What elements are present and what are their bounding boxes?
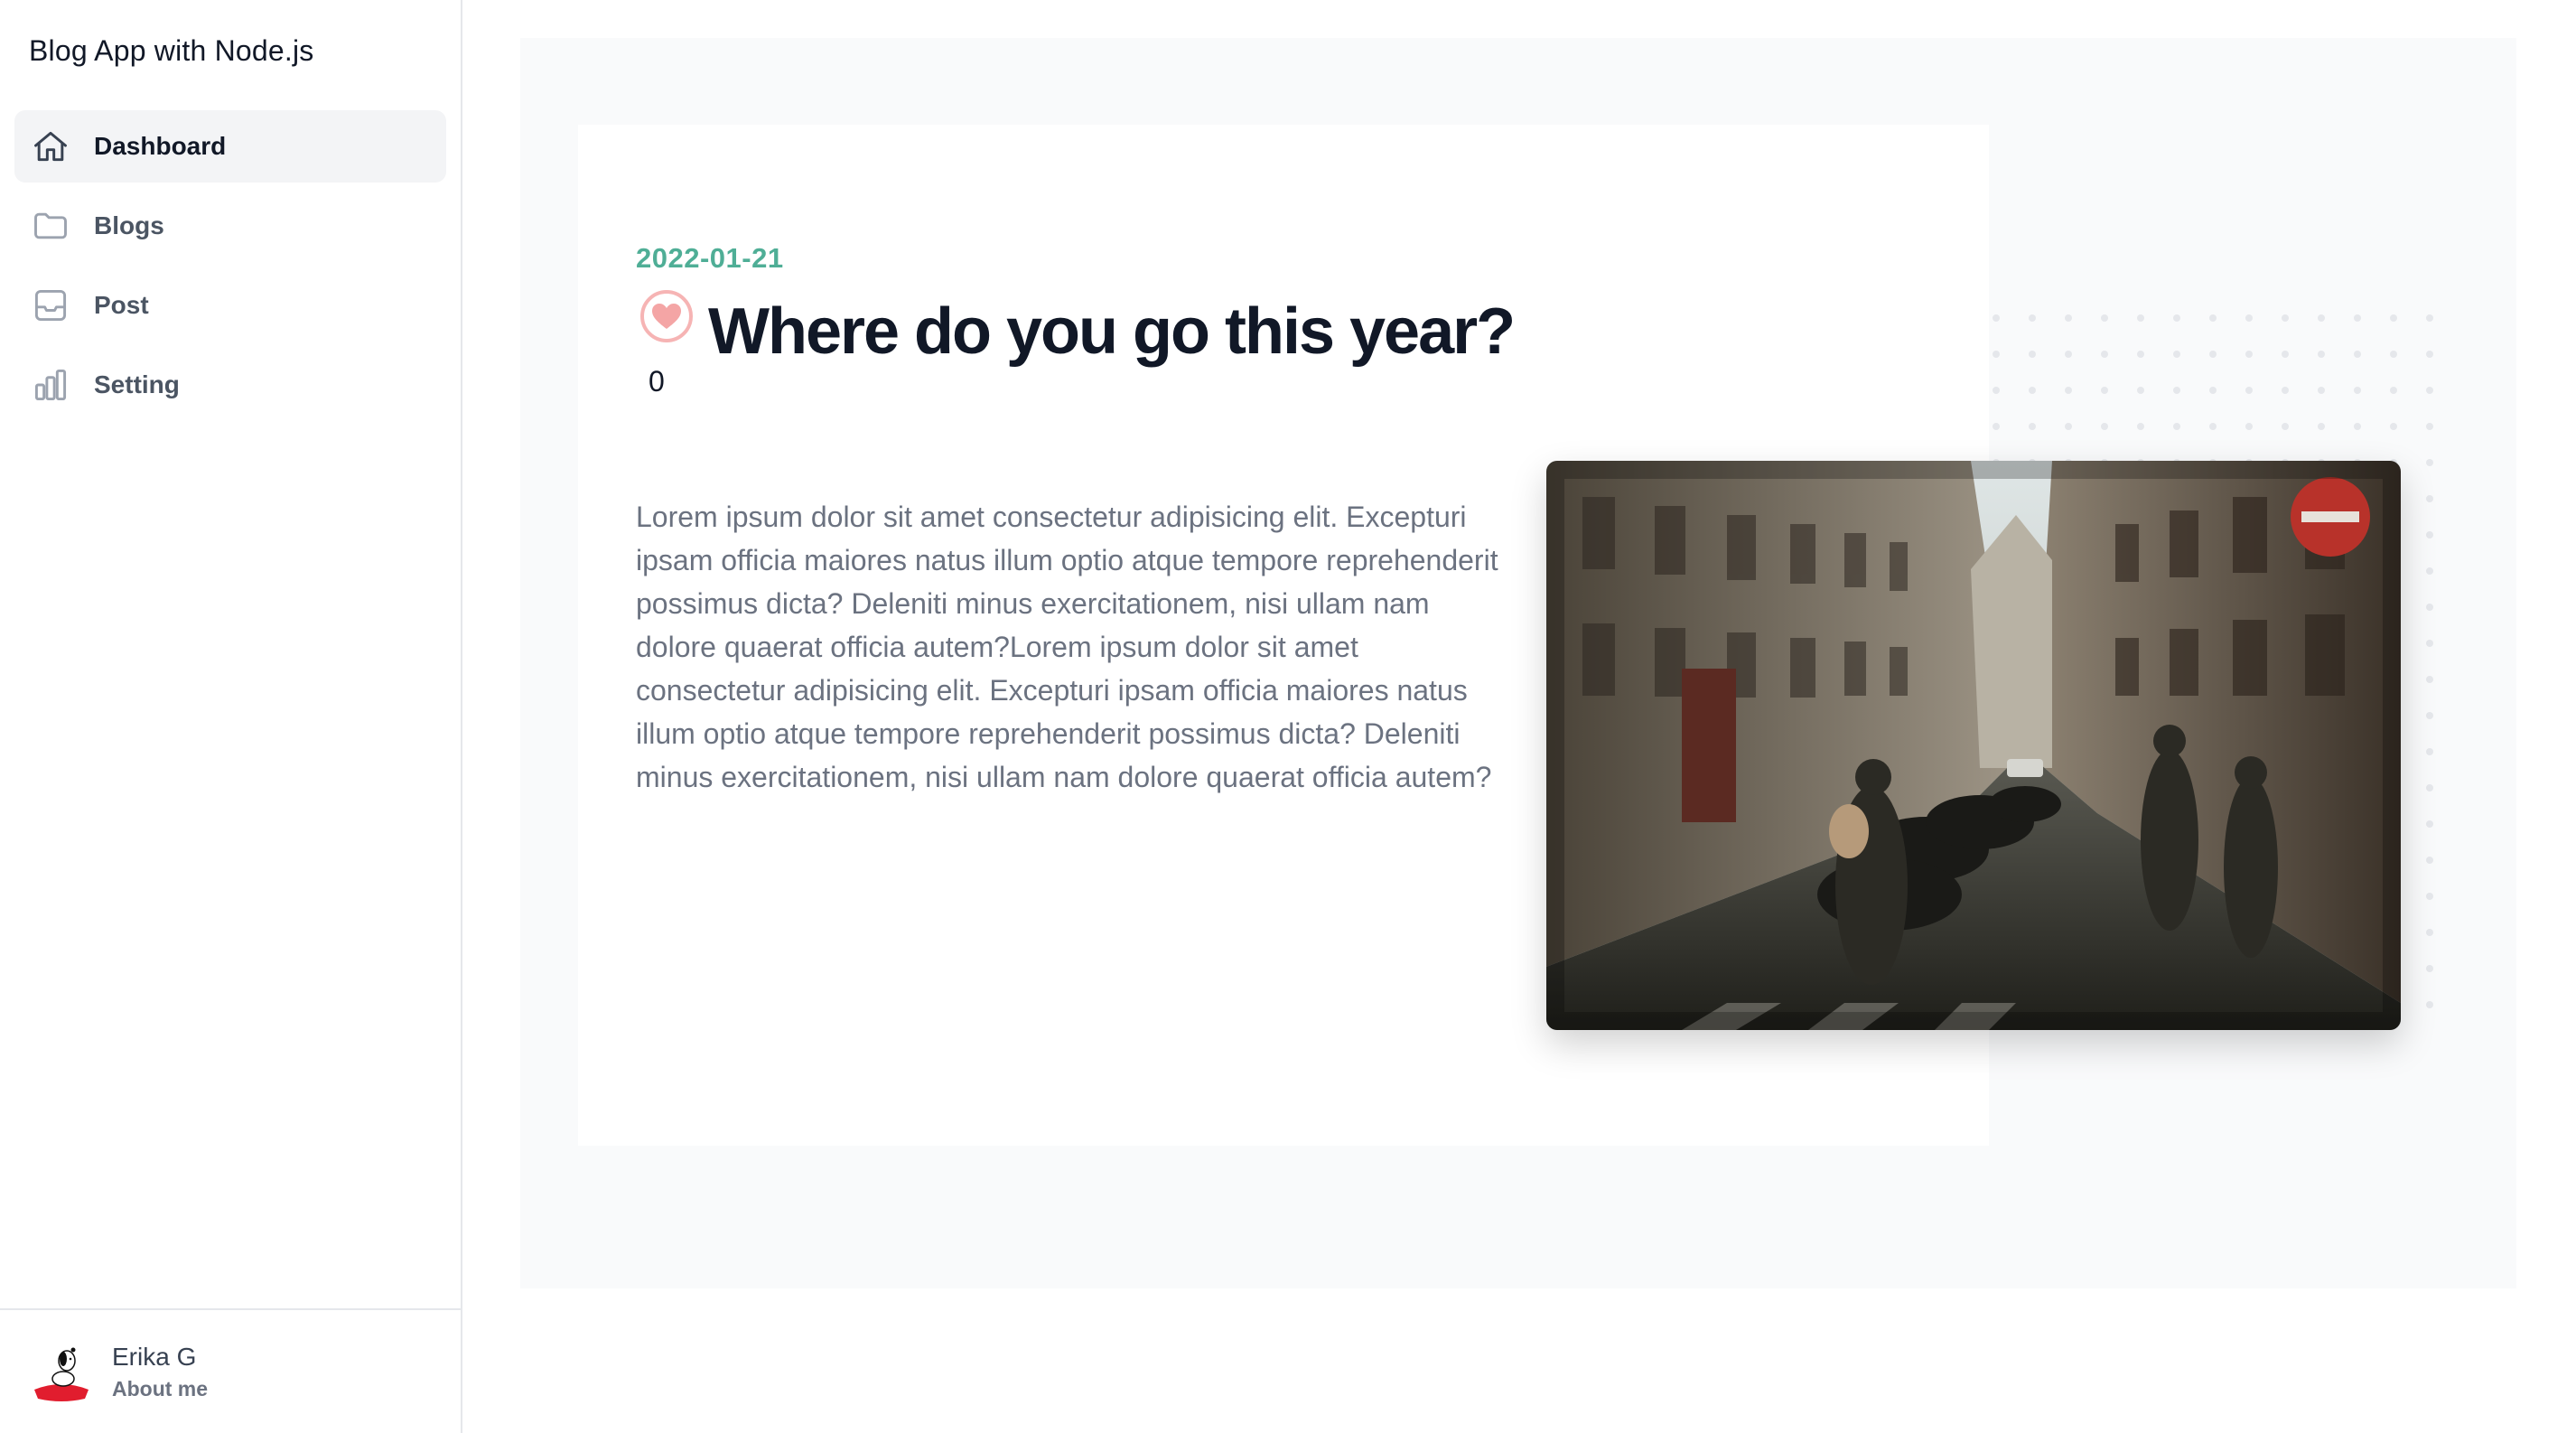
pattern-dot [2426,495,2433,502]
pattern-dot [2426,314,2433,322]
pattern-dot [2318,423,2325,430]
pattern-dot [2426,1001,2433,1008]
inbox-icon [31,286,70,325]
pattern-dot [2173,423,2180,430]
post-image[interactable] [1546,461,2401,1030]
pattern-dot [2426,351,2433,358]
pattern-dot [2209,314,2217,322]
profile-text: Erika G About me [112,1343,208,1401]
pattern-dot [2318,314,2325,322]
pattern-dot [2426,459,2433,466]
pattern-dot [2426,748,2433,755]
pattern-dot [2426,784,2433,791]
pattern-dot [2245,387,2253,394]
home-icon [31,126,70,166]
pattern-dot [2065,387,2072,394]
like-count: 0 [649,365,665,398]
pattern-dot [2282,314,2289,322]
pattern-dot [2065,314,2072,322]
pattern-dot [2426,640,2433,647]
pattern-dot [2426,531,2433,539]
pattern-dot [2390,387,2397,394]
heart-icon [640,290,693,342]
post-body: Lorem ipsum dolor sit amet consectetur a… [636,501,1498,793]
pattern-dot [2029,423,2036,430]
sidebar-item-dashboard[interactable]: Dashboard [14,110,446,183]
pattern-dot [2426,965,2433,972]
user-profile[interactable]: Erika G About me [0,1308,461,1433]
pattern-dot [2101,387,2108,394]
pattern-dot [2354,387,2361,394]
pattern-dot [1993,314,2000,322]
pattern-dot [2101,351,2108,358]
pattern-dot [2426,857,2433,864]
pattern-dot [2426,387,2433,394]
pattern-dot [2029,351,2036,358]
profile-name: Erika G [112,1342,197,1371]
sidebar-item-post[interactable]: Post [14,269,446,342]
avatar [31,1339,92,1404]
pattern-dot [2426,929,2433,936]
pattern-dot [2065,423,2072,430]
pattern-dot [2209,423,2217,430]
pattern-dot [2426,604,2433,611]
pattern-dot [2029,387,2036,394]
post-date: 2022-01-21 [636,242,784,274]
pattern-dot [2209,387,2217,394]
app-title: Blog App with Node.js [29,34,314,67]
pattern-dot [2173,351,2180,358]
pattern-dot [2173,387,2180,394]
like-button[interactable] [638,287,695,345]
pattern-dot [2318,351,2325,358]
pattern-dot [2426,567,2433,575]
pattern-dot [2137,423,2144,430]
pattern-dot [2137,387,2144,394]
pattern-dot [2173,314,2180,322]
pattern-dot [2426,820,2433,828]
pattern-dot [2137,351,2144,358]
bar-chart-icon [31,365,70,405]
sidebar-item-label: Dashboard [94,132,227,160]
pattern-dot [2390,423,2397,430]
pattern-dot [1993,387,2000,394]
pattern-dot [2065,351,2072,358]
pattern-dot [2426,676,2433,683]
sidebar-nav: Dashboard Blogs Post Setting [14,110,446,428]
pattern-dot [2101,314,2108,322]
pattern-dot [2390,314,2397,322]
pattern-dot [2354,423,2361,430]
pattern-dot [2245,314,2253,322]
pattern-dot [2245,351,2253,358]
pattern-dot [2245,423,2253,430]
pattern-dot [2426,423,2433,430]
pattern-dot [2209,351,2217,358]
post-title: Where do you go this year? [708,295,1516,368]
pattern-dot [2354,314,2361,322]
pattern-dot [2101,423,2108,430]
pattern-dot [2318,387,2325,394]
pattern-dot [2282,423,2289,430]
pattern-dot [1993,351,2000,358]
street-photo [1546,461,2401,1030]
pattern-dot [2137,314,2144,322]
sidebar-item-label: Setting [94,370,180,398]
sidebar-item-label: Post [94,291,149,319]
sidebar-item-label: Blogs [94,211,164,239]
pattern-dot [2282,387,2289,394]
sidebar: Blog App with Node.js Dashboard Blogs Po… [0,0,462,1433]
folder-icon [31,206,70,246]
sidebar-item-setting[interactable]: Setting [14,349,446,421]
pattern-dot [2390,351,2397,358]
pattern-dot [2282,351,2289,358]
pattern-dot [2426,893,2433,900]
about-me-link[interactable]: About me [112,1377,208,1401]
sidebar-item-blogs[interactable]: Blogs [14,190,446,262]
pattern-dot [1993,423,2000,430]
pattern-dot [2354,351,2361,358]
pattern-dot [2029,314,2036,322]
pattern-dot [2426,712,2433,719]
